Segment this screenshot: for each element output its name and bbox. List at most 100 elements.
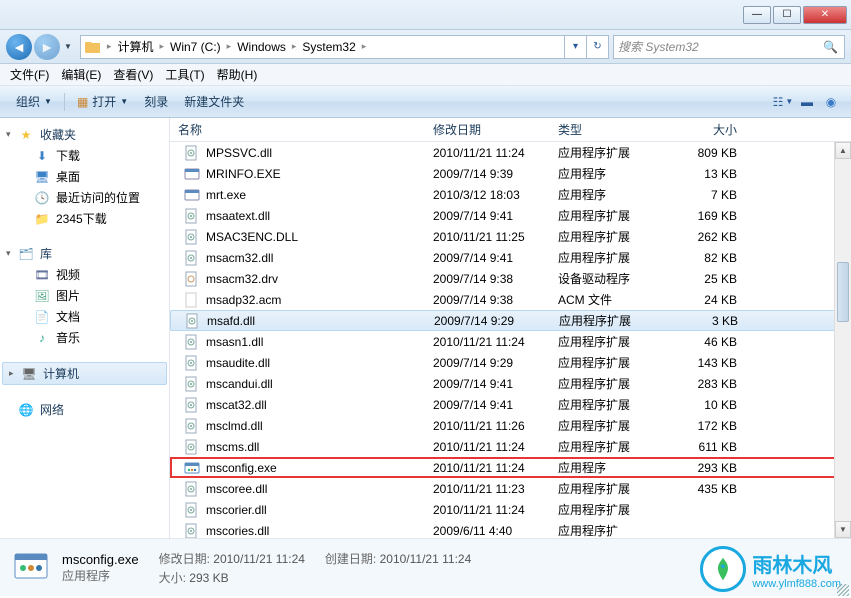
music-icon: ♪ bbox=[34, 330, 50, 346]
file-row[interactable]: msaudite.dll2009/7/14 9:29应用程序扩展143 KB bbox=[170, 352, 851, 373]
preview-pane-button[interactable]: ▬ bbox=[795, 90, 819, 114]
sidebar-item-downloads[interactable]: ⬇下载 bbox=[0, 145, 169, 166]
chevron-right-icon[interactable]: ▸ bbox=[105, 41, 114, 52]
crumb-computer[interactable]: 计算机 bbox=[113, 38, 157, 55]
maximize-button[interactable]: ☐ bbox=[773, 6, 801, 24]
column-size[interactable]: 大小 bbox=[665, 121, 745, 138]
file-row[interactable]: mscat32.dll2009/7/14 9:41应用程序扩展10 KB bbox=[170, 394, 851, 415]
sidebar-item-pictures[interactable]: 🖼图片 bbox=[0, 285, 169, 306]
file-date: 2010/11/21 11:23 bbox=[425, 482, 550, 496]
file-row[interactable]: msacm32.dll2009/7/14 9:41应用程序扩展82 KB bbox=[170, 247, 851, 268]
sidebar-item-music[interactable]: ♪音乐 bbox=[0, 327, 169, 348]
column-type[interactable]: 类型 bbox=[550, 121, 665, 138]
file-row[interactable]: msacm32.drv2009/7/14 9:38设备驱动程序25 KB bbox=[170, 268, 851, 289]
menu-tools[interactable]: 工具(T) bbox=[159, 64, 210, 85]
breadcrumb[interactable]: ▸ 计算机 ▸ Win7 (C:) ▸ Windows ▸ System32 ▸ bbox=[80, 35, 565, 59]
file-row[interactable]: mscandui.dll2009/7/14 9:41应用程序扩展283 KB bbox=[170, 373, 851, 394]
file-name: mscories.dll bbox=[206, 524, 269, 538]
sidebar-item-2345[interactable]: 📁2345下载 bbox=[0, 208, 169, 229]
chevron-right-icon[interactable]: ▸ bbox=[360, 41, 369, 52]
file-row[interactable]: msclmd.dll2010/11/21 11:26应用程序扩展172 KB bbox=[170, 415, 851, 436]
file-name: msconfig.exe bbox=[206, 461, 277, 475]
file-row[interactable]: MPSSVC.dll2010/11/21 11:24应用程序扩展809 KB bbox=[170, 142, 851, 163]
file-row[interactable]: mscoree.dll2010/11/21 11:23应用程序扩展435 KB bbox=[170, 478, 851, 499]
sidebar-item-network[interactable]: 🌐网络 bbox=[0, 399, 169, 420]
file-row[interactable]: mrt.exe2010/3/12 18:03应用程序7 KB bbox=[170, 184, 851, 205]
sidebar-libraries-header[interactable]: ▾🗂库 bbox=[0, 243, 169, 264]
minimize-button[interactable]: — bbox=[743, 6, 771, 24]
file-row[interactable]: mscms.dll2010/11/21 11:24应用程序扩展611 KB bbox=[170, 436, 851, 457]
column-date[interactable]: 修改日期 bbox=[425, 121, 550, 138]
file-row[interactable]: mscorier.dll 2010/11/21 11:24应用程序扩展 bbox=[170, 499, 851, 520]
file-name: msacm32.dll bbox=[206, 251, 273, 265]
file-type: 应用程序 bbox=[550, 165, 665, 182]
file-row[interactable]: msafd.dll2009/7/14 9:29应用程序扩展3 KB bbox=[170, 310, 851, 331]
resize-grip[interactable] bbox=[837, 584, 849, 596]
open-button[interactable]: ▦打开▼ bbox=[69, 89, 136, 114]
crumb-windows[interactable]: Windows bbox=[233, 40, 290, 54]
menu-edit[interactable]: 编辑(E) bbox=[55, 64, 107, 85]
open-icon: ▦ bbox=[77, 95, 88, 109]
chevron-right-icon[interactable]: ▸ bbox=[225, 41, 234, 52]
sidebar-item-videos[interactable]: 🎞视频 bbox=[0, 264, 169, 285]
new-folder-button[interactable]: 新建文件夹 bbox=[176, 89, 252, 114]
file-size: 46 KB bbox=[665, 335, 745, 349]
main-area: ▾★收藏夹 ⬇下载 🖥桌面 🕓最近访问的位置 📁2345下载 ▾🗂库 🎞视频 🖼… bbox=[0, 118, 851, 538]
file-row[interactable]: msasn1.dll2010/11/21 11:24应用程序扩展46 KB bbox=[170, 331, 851, 352]
column-name[interactable]: 名称 bbox=[170, 121, 425, 138]
sidebar-item-desktop[interactable]: 🖥桌面 bbox=[0, 166, 169, 187]
search-icon[interactable]: 🔍 bbox=[823, 40, 838, 54]
search-input[interactable]: 搜索 System32 🔍 bbox=[613, 35, 845, 59]
crumb-system32[interactable]: System32 bbox=[298, 40, 359, 54]
menu-view[interactable]: 查看(V) bbox=[107, 64, 159, 85]
scroll-up-button[interactable]: ▲ bbox=[835, 142, 851, 159]
forward-button[interactable]: ► bbox=[34, 34, 60, 60]
file-icon bbox=[184, 481, 200, 497]
download-icon: ⬇ bbox=[34, 148, 50, 164]
organize-button[interactable]: 组织▼ bbox=[8, 89, 60, 114]
file-icon bbox=[184, 187, 200, 203]
chevron-right-icon[interactable]: ▸ bbox=[157, 41, 166, 52]
burn-button[interactable]: 刻录 bbox=[136, 89, 176, 114]
breadcrumb-dropdown[interactable]: ▾ bbox=[565, 35, 587, 59]
file-icon bbox=[184, 250, 200, 266]
crumb-drive[interactable]: Win7 (C:) bbox=[166, 40, 225, 54]
sidebar-item-computer[interactable]: ▸🖥计算机 bbox=[2, 362, 167, 385]
file-size: 25 KB bbox=[665, 272, 745, 286]
file-icon bbox=[184, 145, 200, 161]
file-date: 2010/11/21 11:24 bbox=[425, 461, 550, 475]
file-name: mscandui.dll bbox=[206, 377, 273, 391]
view-options-button[interactable]: ☷ ▼ bbox=[771, 90, 795, 114]
file-row[interactable]: msadp32.acm2009/7/14 9:38ACM 文件24 KB bbox=[170, 289, 851, 310]
file-row[interactable]: MRINFO.EXE2009/7/14 9:39应用程序13 KB bbox=[170, 163, 851, 184]
file-type: 应用程序扩展 bbox=[550, 501, 665, 518]
file-type: 应用程序扩展 bbox=[550, 354, 665, 371]
file-name: mscorier.dll bbox=[206, 503, 267, 517]
file-row[interactable]: msconfig.exe2010/11/21 11:24应用程序293 KB bbox=[170, 457, 851, 478]
chevron-right-icon[interactable]: ▸ bbox=[290, 41, 299, 52]
refresh-button[interactable]: ↻ bbox=[587, 35, 609, 59]
file-row[interactable]: MSAC3ENC.DLL2010/11/21 11:25应用程序扩展262 KB bbox=[170, 226, 851, 247]
menu-file[interactable]: 文件(F) bbox=[4, 64, 55, 85]
file-row[interactable]: mscories.dll2009/6/11 4:40应用程序扩 bbox=[170, 520, 851, 538]
menu-help[interactable]: 帮助(H) bbox=[211, 64, 264, 85]
video-icon: 🎞 bbox=[34, 267, 50, 283]
sidebar-favorites-header[interactable]: ▾★收藏夹 bbox=[0, 124, 169, 145]
sidebar-item-recent[interactable]: 🕓最近访问的位置 bbox=[0, 187, 169, 208]
back-button[interactable]: ◄ bbox=[6, 34, 32, 60]
sidebar-item-documents[interactable]: 📄文档 bbox=[0, 306, 169, 327]
file-date: 2010/11/21 11:24 bbox=[425, 503, 550, 517]
scroll-down-button[interactable]: ▼ bbox=[835, 521, 851, 538]
scroll-thumb[interactable] bbox=[837, 262, 849, 322]
file-type: 应用程序扩展 bbox=[551, 312, 666, 329]
close-button[interactable]: ✕ bbox=[803, 6, 847, 24]
help-button[interactable]: ◉ bbox=[819, 90, 843, 114]
file-icon bbox=[184, 502, 200, 518]
file-row[interactable]: msaatext.dll2009/7/14 9:41应用程序扩展169 KB bbox=[170, 205, 851, 226]
watermark-text: 雨林木风 bbox=[752, 555, 832, 577]
file-size: 809 KB bbox=[665, 146, 745, 160]
file-name: msadp32.acm bbox=[206, 293, 281, 307]
nav-history-dropdown[interactable]: ▼ bbox=[64, 42, 72, 51]
file-size: 3 KB bbox=[666, 314, 746, 328]
vertical-scrollbar[interactable]: ▲ ▼ bbox=[834, 142, 851, 538]
